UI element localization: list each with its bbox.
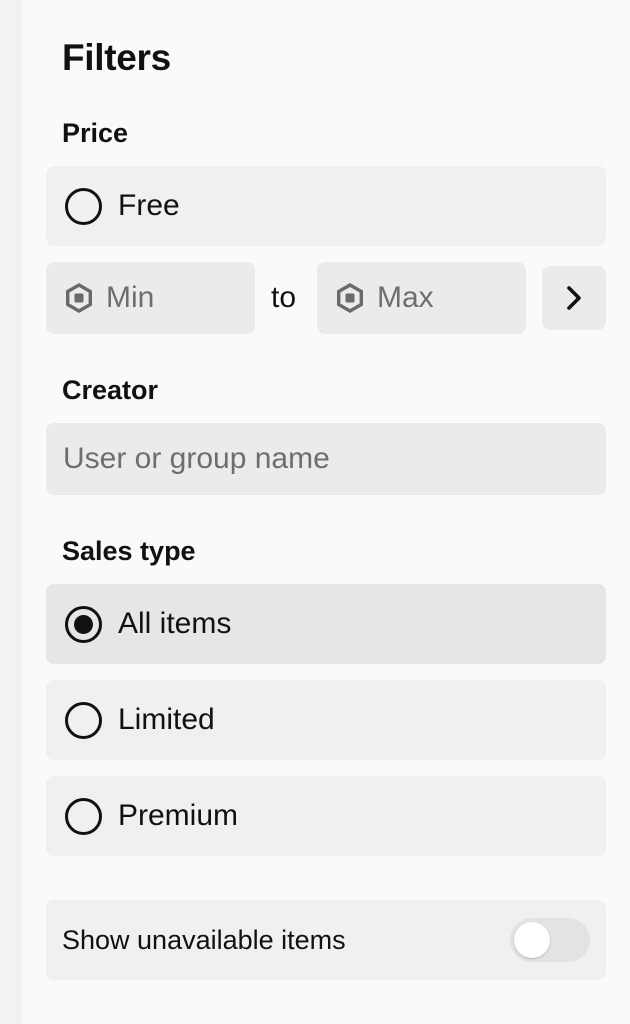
- radio-unchecked-icon[interactable]: [65, 701, 102, 739]
- sales-type-option-limited[interactable]: Limited: [46, 680, 606, 760]
- creator-field[interactable]: [46, 423, 606, 495]
- price-max-field[interactable]: [317, 262, 526, 334]
- creator-label: Creator: [62, 375, 159, 405]
- price-free-option[interactable]: Free: [46, 166, 606, 246]
- sales-type-option-label: Limited: [118, 703, 215, 736]
- panel-title: Filters: [62, 37, 171, 78]
- robux-icon: [337, 283, 363, 313]
- sales-type-option-all-items[interactable]: All items: [46, 584, 606, 664]
- show-unavailable-label: Show unavailable items: [62, 925, 346, 955]
- price-label: Price: [62, 118, 129, 148]
- radio-checked-icon[interactable]: [65, 605, 102, 643]
- sales-type-option-label: All items: [118, 607, 232, 640]
- radio-unchecked-icon[interactable]: [65, 187, 102, 225]
- chevron-right-icon: [567, 286, 581, 310]
- price-to-text: to: [271, 281, 297, 314]
- robux-icon: [66, 283, 92, 313]
- show-unavailable-toggle[interactable]: [510, 918, 590, 962]
- creator-input[interactable]: [63, 442, 583, 476]
- sales-type-option-label: Premium: [118, 799, 239, 832]
- price-min-field[interactable]: [46, 262, 255, 334]
- show-unavailable-row: Show unavailable items: [46, 900, 606, 980]
- price-min-input[interactable]: [106, 281, 246, 315]
- sales-type-label: Sales type: [62, 536, 196, 566]
- sales-type-option-premium[interactable]: Premium: [46, 776, 606, 856]
- toggle-knob: [514, 922, 550, 958]
- price-max-input[interactable]: [377, 281, 517, 315]
- radio-unchecked-icon[interactable]: [65, 797, 102, 835]
- price-apply-button[interactable]: [542, 266, 606, 330]
- price-free-label: Free: [118, 189, 180, 222]
- filters-panel: Filters Price Free to Creator Sales type…: [22, 0, 630, 1024]
